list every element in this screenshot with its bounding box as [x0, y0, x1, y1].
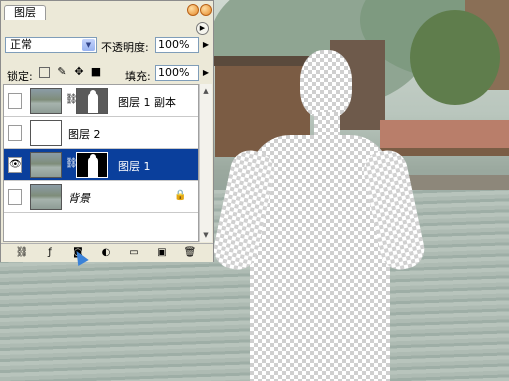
- layer-list-scrollbar[interactable]: ▲ ▼: [199, 84, 212, 242]
- terrace: [380, 120, 509, 150]
- adjustment-layer-icon[interactable]: ◐: [99, 247, 113, 259]
- opacity-input[interactable]: 100%: [155, 37, 199, 53]
- panel-menu-arrow-icon[interactable]: ▶: [196, 22, 209, 35]
- blend-mode-value: 正常: [10, 38, 32, 51]
- tree: [410, 10, 500, 105]
- layer-mask-thumbnail[interactable]: [76, 152, 108, 178]
- layer-row-layer1-copy[interactable]: ⛓ 图层 1 副本: [4, 85, 198, 117]
- scroll-up-icon[interactable]: ▲: [201, 86, 211, 96]
- tab-layers[interactable]: 图层: [4, 5, 46, 20]
- lock-transparency-icon[interactable]: [39, 67, 50, 78]
- close-button[interactable]: [200, 4, 212, 16]
- layers-bottom-toolbar: ⛓ ƒ ◙ ◐ ▭ ▣ 🗑: [1, 243, 213, 262]
- minimize-button[interactable]: [187, 4, 199, 16]
- lock-icon: 🔒: [174, 190, 187, 201]
- layer-name: 图层 2: [68, 128, 101, 141]
- lock-label: 锁定:: [7, 70, 33, 83]
- layer-name: 图层 1: [118, 160, 151, 173]
- layer-thumbnail: [30, 184, 62, 210]
- fill-label: 填充:: [125, 70, 151, 83]
- layer-mask-thumbnail[interactable]: [76, 88, 108, 114]
- lock-all-icon[interactable]: ■: [90, 66, 102, 78]
- layer-name: 图层 1 副本: [118, 96, 176, 109]
- link-layers-icon[interactable]: ⛓: [15, 247, 29, 259]
- layers-panel: 图层 ▶ 正常 ▼ 不透明度: 100% ▶ 锁定: ✎ ✥ ■ 填充: 100…: [0, 0, 214, 262]
- layer-style-icon[interactable]: ƒ: [43, 247, 57, 259]
- layer-list: ⛓ 图层 1 副本 图层 2 👁 ⛓ 图层 1 背景 🔒: [3, 84, 199, 242]
- lock-brush-icon[interactable]: ✎: [56, 66, 68, 78]
- scroll-down-icon[interactable]: ▼: [201, 230, 211, 240]
- chevron-down-icon[interactable]: ▼: [82, 39, 95, 51]
- opacity-slider-arrow-icon[interactable]: ▶: [201, 38, 211, 52]
- lock-move-icon[interactable]: ✥: [73, 66, 85, 78]
- visibility-toggle[interactable]: [8, 125, 22, 141]
- person-silhouette-head: [300, 50, 352, 118]
- layer-thumbnail: [30, 120, 62, 146]
- layer-row-background[interactable]: 背景 🔒: [4, 181, 198, 213]
- blend-mode-select[interactable]: 正常 ▼: [5, 37, 97, 53]
- eye-icon[interactable]: 👁: [8, 157, 22, 173]
- opacity-label: 不透明度:: [101, 41, 149, 54]
- roof: [212, 56, 312, 66]
- visibility-toggle[interactable]: [8, 93, 22, 109]
- layer-thumbnail: [30, 88, 62, 114]
- fill-input[interactable]: 100%: [155, 65, 199, 81]
- fill-slider-arrow-icon[interactable]: ▶: [201, 66, 211, 80]
- layer-row-layer2[interactable]: 图层 2: [4, 117, 198, 149]
- new-layer-icon[interactable]: ▣: [155, 247, 169, 259]
- trash-icon[interactable]: 🗑: [183, 247, 197, 259]
- layer-name: 背景: [68, 192, 90, 205]
- new-group-icon[interactable]: ▭: [127, 247, 141, 259]
- panel-tab-bar: 图层: [1, 1, 213, 20]
- visibility-toggle[interactable]: [8, 189, 22, 205]
- layer-thumbnail: [30, 152, 62, 178]
- layer-row-layer1[interactable]: 👁 ⛓ 图层 1: [4, 149, 198, 181]
